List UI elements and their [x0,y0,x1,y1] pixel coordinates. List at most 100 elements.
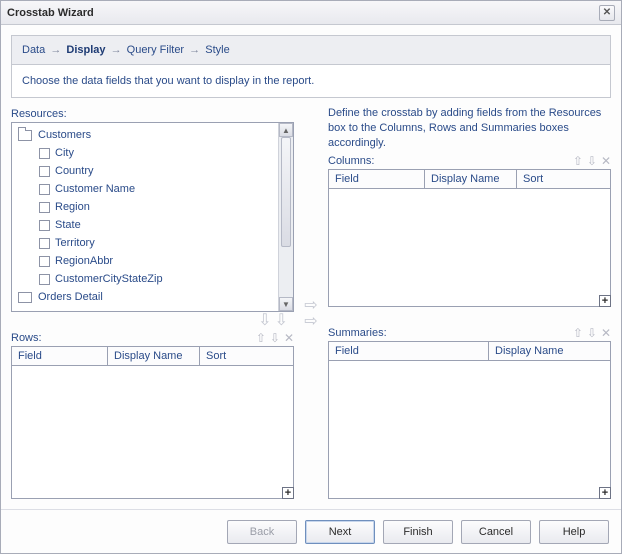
next-button[interactable]: Next [305,520,375,544]
crumb-style[interactable]: Style [205,44,229,56]
rows-grid-header: Field Display Name Sort [12,347,293,366]
tree-folder-customers[interactable]: Customers [15,126,293,144]
arrow-right-icon[interactable]: ⇨ [304,298,317,314]
summaries-label-row: Summaries: ⇧ ⇩ ✕ [328,327,611,339]
rows-label-row: Rows: ⇧ ⇩ ✕ [11,332,294,344]
checkbox-icon[interactable] [39,166,50,177]
col-display-name[interactable]: Display Name [108,347,200,365]
checkbox-icon[interactable] [39,220,50,231]
col-sort[interactable]: Sort [517,170,610,188]
add-icon[interactable]: + [599,295,611,307]
tree-folder-label: Orders Detail [38,291,103,303]
folder-open-icon [18,130,32,141]
tree-item-label: Country [55,165,94,177]
move-up-icon[interactable]: ⇧ [256,332,266,344]
crosstab-wizard-window: Crosstab Wizard ✕ Data → Display → Query… [0,0,622,554]
tree-item[interactable]: Region [15,198,293,216]
tree-item[interactable]: Customer Name [15,180,293,198]
tree-item-label: State [55,219,81,231]
tree-item[interactable]: Country [15,162,293,180]
chevron-right-icon: → [50,44,61,56]
remove-icon[interactable]: ✕ [601,155,611,167]
move-down-icon[interactable]: ⇩ [587,327,597,339]
col-display-name[interactable]: Display Name [425,170,517,188]
tree-item[interactable]: Territory [15,234,293,252]
back-button[interactable]: Back [227,520,297,544]
checkbox-icon[interactable] [39,256,50,267]
tree-item-label: City [55,147,74,159]
tree-item[interactable]: CustomerCityStateZip [15,270,293,288]
checkbox-icon[interactable] [39,184,50,195]
breadcrumb: Data → Display → Query Filter → Style [11,35,611,65]
tree-item[interactable]: RegionAbbr [15,252,293,270]
content-area: Data → Display → Query Filter → Style Ch… [1,25,621,509]
rows-label: Rows: [11,332,42,344]
scroll-down-icon[interactable]: ▼ [279,297,293,311]
col-field[interactable]: Field [329,170,425,188]
checkbox-icon[interactable] [39,238,50,249]
tree-item-label: RegionAbbr [55,255,113,267]
titlebar: Crosstab Wizard ✕ [1,1,621,25]
summaries-grid-header: Field Display Name [329,342,610,361]
tree-folder-label: Customers [38,129,91,141]
cancel-button[interactable]: Cancel [461,520,531,544]
add-icon[interactable]: + [282,487,294,499]
columns-grid-header: Field Display Name Sort [329,170,610,189]
chevron-right-icon: → [111,44,122,56]
col-display-name[interactable]: Display Name [489,342,610,360]
arrow-down-icon[interactable]: ⇩ [258,313,271,329]
move-up-icon[interactable]: ⇧ [573,327,583,339]
left-column: Resources: Customers City Country Custom… [11,106,294,499]
scroll-up-icon[interactable]: ▲ [279,123,293,137]
move-up-icon[interactable]: ⇧ [573,155,583,167]
finish-button[interactable]: Finish [383,520,453,544]
remove-icon[interactable]: ✕ [601,327,611,339]
right-column: Define the crosstab by adding fields fro… [328,106,611,499]
define-text: Define the crosstab by adding fields fro… [328,106,611,151]
summaries-section: Summaries: ⇧ ⇩ ✕ Field Display Name + [328,325,611,499]
chevron-right-icon: → [189,44,200,56]
folder-icon [18,292,32,303]
col-sort[interactable]: Sort [200,347,293,365]
columns-label: Columns: [328,155,374,167]
help-button[interactable]: Help [539,520,609,544]
instruction-text: Choose the data fields that you want to … [11,65,611,98]
tree-item-label: Region [55,201,90,213]
work-area: Resources: Customers City Country Custom… [11,106,611,499]
columns-label-row: Columns: ⇧ ⇩ ✕ [328,155,611,167]
tree-folder-orders-detail[interactable]: Orders Detail [15,288,293,306]
remove-icon[interactable]: ✕ [284,332,294,344]
scroll-thumb[interactable] [281,137,291,247]
col-field[interactable]: Field [12,347,108,365]
add-icon[interactable]: + [599,487,611,499]
window-title: Crosstab Wizard [7,7,94,19]
checkbox-icon[interactable] [39,148,50,159]
resources-label-text: Resources: [11,108,67,120]
rows-grid[interactable]: Field Display Name Sort + [11,346,294,499]
resources-label: Resources: [11,108,294,120]
close-icon[interactable]: ✕ [599,5,615,21]
checkbox-icon[interactable] [39,202,50,213]
move-down-icon[interactable]: ⇩ [270,332,280,344]
tree-item-label: CustomerCityStateZip [55,273,163,285]
move-down-icon[interactable]: ⇩ [587,155,597,167]
resources-tree[interactable]: Customers City Country Customer Name Reg… [11,122,294,312]
checkbox-icon[interactable] [39,274,50,285]
scrollbar[interactable]: ▲ ▼ [278,123,293,311]
arrow-right-icon[interactable]: ⇨ [304,314,317,330]
tree-item-label: Customer Name [55,183,135,195]
columns-grid[interactable]: Field Display Name Sort + [328,169,611,307]
tree-item-label: Territory [55,237,95,249]
rows-section: Rows: ⇧ ⇩ ✕ Field Display Name Sort + [11,330,294,499]
summaries-label: Summaries: [328,327,387,339]
crumb-query-filter[interactable]: Query Filter [127,44,184,56]
crumb-display[interactable]: Display [66,44,105,56]
tree-item[interactable]: City [15,144,293,162]
arrow-down-icon[interactable]: ⇩ [275,313,288,329]
move-right-controls: ⇨ ⇨ [302,106,320,499]
summaries-grid[interactable]: Field Display Name + [328,341,611,499]
crumb-data[interactable]: Data [22,44,45,56]
col-field[interactable]: Field [329,342,489,360]
move-down-controls: ⇩ ⇩ [11,312,294,330]
tree-item[interactable]: State [15,216,293,234]
